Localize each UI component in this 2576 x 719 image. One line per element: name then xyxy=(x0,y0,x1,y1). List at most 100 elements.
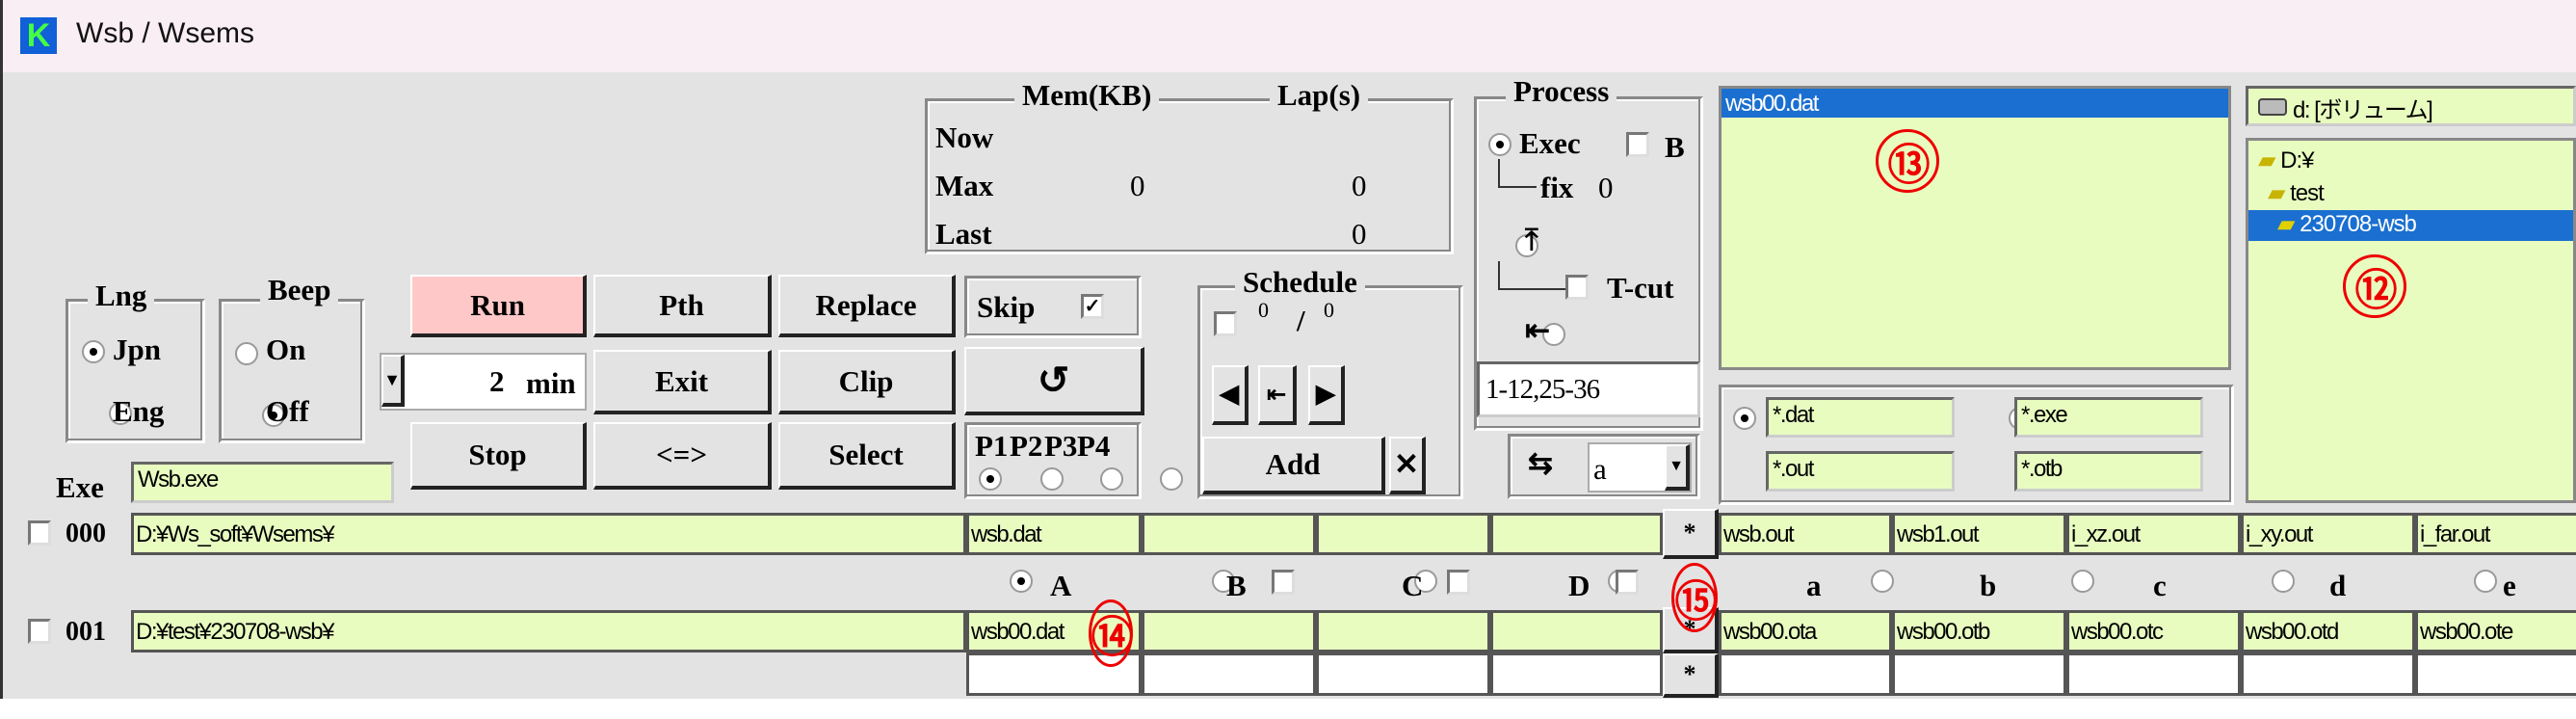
new-output-b[interactable] xyxy=(1892,652,2066,696)
lng-title: Lng xyxy=(88,279,155,313)
triangle-left-icon: ◀ xyxy=(1220,380,1239,408)
select-button[interactable]: Select xyxy=(778,422,956,490)
drive-icon xyxy=(2258,98,2287,116)
annotation-13: ⑬ xyxy=(1876,129,1939,193)
clip-button[interactable]: Clip xyxy=(778,350,956,414)
p2-radio[interactable] xyxy=(1040,467,1064,491)
file-list-item[interactable]: wsb00.dat xyxy=(1722,89,2228,118)
output-d-label: d xyxy=(2329,569,2347,602)
new-star-button[interactable]: * xyxy=(1663,653,1719,698)
p2-label: P2 xyxy=(1010,429,1043,463)
new-input-b[interactable] xyxy=(1142,652,1316,696)
row-000-output-d[interactable]: i_xy.out xyxy=(2241,513,2415,555)
row-001-path[interactable]: D:¥test¥230708-wsb¥ xyxy=(131,610,966,652)
b-checkbox[interactable] xyxy=(1626,132,1649,157)
last-label: Last xyxy=(935,217,992,251)
output-b-radio[interactable] xyxy=(2071,570,2094,593)
folder-tree[interactable]: ▰ D:¥ ▰ test ▰ 230708-wsb ⑫ xyxy=(2246,138,2576,503)
new-output-c[interactable] xyxy=(2066,652,2241,696)
filter-otb-input[interactable]: *.otb xyxy=(2014,451,2203,492)
row-000-output-b[interactable]: wsb1.out xyxy=(1892,513,2066,555)
filter-dat-radio[interactable] xyxy=(1733,407,1756,430)
priority-group: P1 P2 P3 P4 xyxy=(964,422,1183,499)
schedule-checkbox[interactable] xyxy=(1214,311,1237,336)
now-label: Now xyxy=(935,120,994,154)
new-output-d[interactable] xyxy=(2241,652,2415,696)
output-c-radio[interactable] xyxy=(2272,570,2295,593)
swap-arrows-icon: ⇆ xyxy=(1528,446,1553,480)
p1-radio[interactable] xyxy=(979,467,1002,491)
row-000-path[interactable]: D:¥Ws_soft¥Wsems¥ xyxy=(131,513,966,555)
input-b-checkbox[interactable] xyxy=(1272,570,1295,595)
input-c-checkbox[interactable] xyxy=(1447,570,1470,595)
beep-on-label: On xyxy=(266,333,306,366)
row-000-input-a[interactable]: wsb.dat xyxy=(966,513,1142,555)
jpn-radio[interactable] xyxy=(82,340,105,363)
input-d-checkbox[interactable] xyxy=(1616,570,1639,595)
beep-on-radio[interactable] xyxy=(235,342,258,365)
row-001-output-d[interactable]: wsb00.otd xyxy=(2241,610,2415,652)
tcut-checkbox[interactable] xyxy=(1565,275,1589,300)
next-button[interactable]: ▶ xyxy=(1308,365,1345,425)
tree-item-label: 230708-wsb xyxy=(2300,211,2417,237)
drive-select[interactable]: d: [ボリューム] xyxy=(2246,86,2576,126)
skip-checkbox[interactable]: ✓ xyxy=(1081,294,1104,319)
prev-button[interactable]: ◀ xyxy=(1212,365,1249,425)
new-output-e[interactable] xyxy=(2415,652,2576,696)
row-001-output-e[interactable]: wsb00.ote xyxy=(2415,610,2576,652)
fix-value: 0 xyxy=(1598,171,1614,204)
row-000-input-d[interactable] xyxy=(1490,513,1663,555)
chevron-down-icon[interactable]: ▼ xyxy=(1665,444,1690,491)
row-001-input-d[interactable] xyxy=(1490,610,1663,652)
filter-out-input[interactable]: *.out xyxy=(1766,451,1955,492)
row-001-output-a[interactable]: wsb00.ota xyxy=(1719,610,1892,652)
exec-radio[interactable] xyxy=(1488,133,1511,156)
stop-button[interactable]: Stop xyxy=(410,422,587,490)
folder-open-icon: ▰ xyxy=(2277,211,2295,237)
row-001-checkbox[interactable] xyxy=(28,619,51,644)
compare-button[interactable]: <=> xyxy=(593,422,772,490)
replace-button[interactable]: Replace xyxy=(778,275,956,337)
tab-swap-button[interactable]: ⇤ xyxy=(1258,365,1297,425)
rotate-icon[interactable]: ↺ xyxy=(964,347,1144,415)
input-c-label: C xyxy=(1402,569,1424,602)
chevron-down-icon[interactable]: ▼ xyxy=(381,355,405,407)
row-000-star-button[interactable]: * xyxy=(1663,509,1719,559)
row-001-output-c[interactable]: wsb00.otc xyxy=(2066,610,2241,652)
timer-spinner[interactable]: ▼ 2 min xyxy=(380,353,587,411)
output-a-radio[interactable] xyxy=(1871,570,1894,593)
filter-dat-input[interactable]: *.dat xyxy=(1766,397,1955,438)
new-input-d[interactable] xyxy=(1490,652,1663,696)
new-output-a[interactable] xyxy=(1719,652,1892,696)
timer-value[interactable]: 2 xyxy=(489,364,505,399)
row-001-output-b[interactable]: wsb00.otb xyxy=(1892,610,2066,652)
row-001-input-b[interactable] xyxy=(1142,610,1316,652)
row-000-input-b[interactable] xyxy=(1142,513,1316,555)
filter-exe-input[interactable]: *.exe xyxy=(2014,397,2203,438)
p4-radio[interactable] xyxy=(1160,467,1183,491)
tree-item[interactable]: ▰ D:¥ xyxy=(2258,146,2315,174)
folder-open-icon: ▰ xyxy=(2258,147,2275,173)
drive-label: d: [ボリューム] xyxy=(2293,97,2433,123)
tree-item[interactable]: ▰ test xyxy=(2268,179,2325,207)
new-input-c[interactable] xyxy=(1316,652,1490,696)
row-000-output-c[interactable]: i_xz.out xyxy=(2066,513,2241,555)
range-input[interactable]: 1-12,25-36 xyxy=(1477,361,1700,417)
tree-item-selected[interactable]: ▰ 230708-wsb xyxy=(2248,210,2573,241)
add-button[interactable]: Add xyxy=(1202,437,1385,494)
run-button[interactable]: Run xyxy=(410,275,587,337)
input-a-radio[interactable] xyxy=(1010,570,1033,593)
exit-button[interactable]: Exit xyxy=(593,350,772,414)
p3-radio[interactable] xyxy=(1100,467,1123,491)
row-000-output-a[interactable]: wsb.out xyxy=(1719,513,1892,555)
close-icon[interactable]: ✕ xyxy=(1389,437,1426,494)
row-000-output-e[interactable]: i_far.out xyxy=(2415,513,2576,555)
row-000-checkbox[interactable] xyxy=(28,520,51,546)
pth-button[interactable]: Pth xyxy=(593,275,772,337)
output-d-radio[interactable] xyxy=(2474,570,2497,593)
row-001-input-c[interactable] xyxy=(1316,610,1490,652)
swap-select[interactable]: a ▼ xyxy=(1588,442,1692,493)
exe-input[interactable]: Wsb.exe xyxy=(131,462,394,503)
row-000-input-c[interactable] xyxy=(1316,513,1490,555)
file-list[interactable]: wsb00.dat ⑬ xyxy=(1719,86,2231,370)
